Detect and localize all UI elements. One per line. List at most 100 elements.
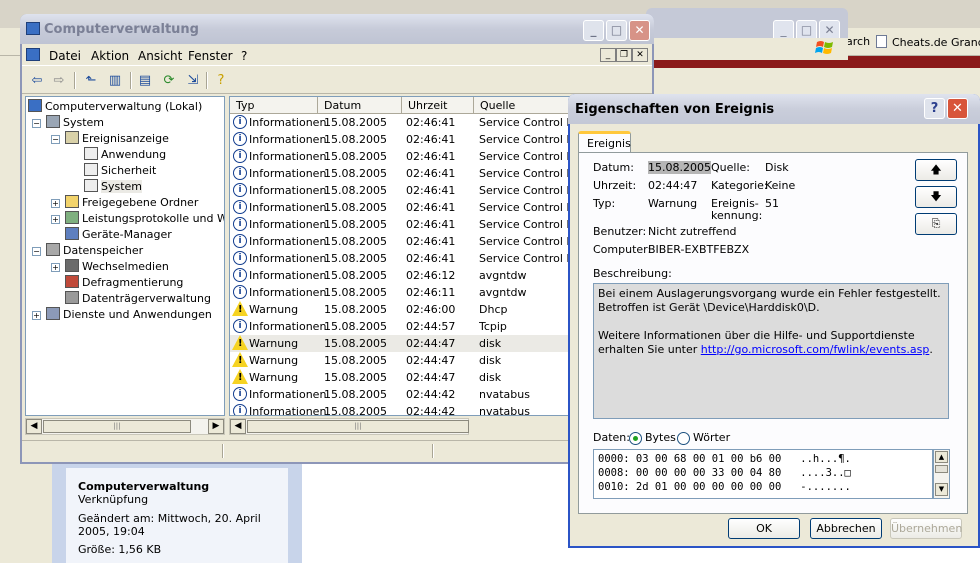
hex-line: 0008: 00 00 00 00 33 00 04 80 ....3..□ — [598, 467, 851, 479]
scroll-left-icon[interactable]: ◀ — [230, 419, 246, 434]
scroll-right-icon[interactable]: ▶ — [208, 419, 224, 434]
arrow-down-icon: 🡇 — [930, 190, 942, 203]
collapse-icon[interactable]: − — [32, 247, 41, 256]
tree-item-disk-management[interactable]: Datenträgerverwaltung — [65, 291, 211, 305]
time-label: Uhrzeit: — [593, 179, 637, 192]
tree-item-application-log[interactable]: Anwendung — [84, 147, 166, 161]
menu-ansicht[interactable]: Ansicht — [138, 49, 182, 63]
up-folder-icon[interactable]: ⬑ — [82, 72, 100, 89]
event-source-cell: nvatabus — [479, 405, 530, 416]
data-scrollbar[interactable]: ▲ ▼ — [933, 449, 950, 499]
mdi-close-icon[interactable]: ✕ — [632, 48, 648, 62]
show-tree-icon[interactable]: ▥ — [106, 72, 124, 89]
mdi-minimize-icon[interactable]: _ — [600, 48, 616, 62]
tree-item-system-tools[interactable]: System — [46, 115, 104, 129]
menu-aktion[interactable]: Aktion — [91, 49, 129, 63]
next-event-button[interactable]: 🡇 — [915, 186, 957, 208]
scroll-thumb[interactable]: ||| — [247, 420, 469, 433]
category-value[interactable]: Keine — [765, 179, 795, 192]
apply-button[interactable]: Übernehmen — [890, 518, 962, 539]
tree-item-services-apps[interactable]: Dienste und Anwendungen — [46, 307, 212, 321]
type-value[interactable]: Warnung — [648, 197, 697, 210]
tree-item-removable-media[interactable]: Wechselmedien — [65, 259, 169, 273]
event-source-cell: disk — [479, 354, 502, 367]
menu-datei[interactable]: Datei — [49, 49, 81, 63]
help-icon[interactable]: ? — [212, 72, 230, 89]
event-date-cell: 15.08.2005 — [324, 286, 387, 299]
maximize-button[interactable]: □ — [606, 20, 627, 41]
properties-icon[interactable]: ▤ — [136, 72, 154, 89]
tab-ereignis[interactable]: Ereignis — [578, 131, 631, 153]
column-header-date[interactable]: Datum — [318, 97, 402, 114]
close-button[interactable]: ✕ — [629, 20, 650, 41]
tree-item-event-viewer[interactable]: Ereignisanzeige — [65, 131, 169, 145]
source-label: Quelle: — [711, 161, 750, 174]
collapse-icon[interactable]: − — [32, 119, 41, 128]
scroll-down-icon[interactable]: ▼ — [935, 483, 948, 496]
words-radio[interactable] — [677, 432, 690, 445]
back-arrow-icon[interactable]: ⇦ — [28, 72, 46, 89]
scroll-left-icon[interactable]: ◀ — [26, 419, 42, 434]
scroll-thumb[interactable]: ||| — [43, 420, 191, 433]
scroll-up-icon[interactable]: ▲ — [935, 451, 948, 463]
export-list-icon[interactable]: ⇲ — [184, 72, 202, 89]
tree-item-device-manager[interactable]: Geräte-Manager — [65, 227, 172, 241]
expand-icon[interactable]: + — [51, 215, 60, 224]
computer-label: Computer: — [593, 243, 652, 256]
collapse-icon[interactable]: − — [51, 135, 60, 144]
forward-arrow-icon[interactable]: ⇨ — [50, 72, 68, 89]
computer-value[interactable]: BIBER-EXBTFEBZX — [648, 243, 749, 256]
event-time-cell: 02:44:42 — [406, 388, 456, 401]
dialog-title: Eigenschaften von Ereignis — [575, 102, 775, 117]
expand-icon[interactable]: + — [51, 263, 60, 272]
time-value[interactable]: 02:44:47 — [648, 179, 697, 192]
expand-icon[interactable]: + — [32, 311, 41, 320]
tree-item-system-log[interactable]: System — [84, 179, 143, 193]
bytes-label[interactable]: Bytes — [645, 431, 676, 444]
tree-item-shared-folders[interactable]: Freigegebene Ordner — [65, 195, 198, 209]
copy-icon: ⎘ — [931, 217, 941, 230]
tree-item-defrag[interactable]: Defragmentierung — [65, 275, 183, 289]
tree-item-performance-logs[interactable]: Leistungsprotokolle und Warn — [65, 211, 224, 225]
words-label[interactable]: Wörter — [693, 431, 730, 444]
date-value[interactable]: 15.08.2005 — [648, 161, 711, 174]
computer-icon[interactable] — [26, 48, 40, 61]
description-text-1: Bei einem Auslagerungsvorgang wurde ein … — [598, 287, 941, 314]
description-link[interactable]: http://go.microsoft.com/fwlink/events.as… — [701, 343, 930, 356]
expand-icon[interactable]: + — [51, 199, 60, 208]
source-value[interactable]: Disk — [765, 161, 789, 174]
tree-item-root[interactable]: Computerverwaltung (Lokal) — [28, 99, 202, 113]
list-horizontal-scrollbar[interactable]: ◀ ||| — [229, 418, 469, 435]
mdi-restore-icon[interactable]: ❐ — [616, 48, 632, 62]
menu-help[interactable]: ? — [241, 49, 247, 63]
column-header-time[interactable]: Uhrzeit — [402, 97, 474, 114]
scroll-thumb[interactable] — [935, 465, 948, 473]
cancel-button[interactable]: Abbrechen — [810, 518, 882, 539]
close-button[interactable]: ✕ — [947, 98, 968, 119]
favorite-link-1[interactable]: arch — [846, 35, 870, 48]
menu-fenster[interactable]: Fenster — [188, 49, 233, 63]
favorite-link-2[interactable]: Cheats.de Grand — [876, 35, 980, 49]
copy-button[interactable]: ⎘ — [915, 213, 957, 235]
event-date-cell: 15.08.2005 — [324, 201, 387, 214]
ok-button[interactable]: OK — [728, 518, 800, 539]
column-header-type[interactable]: Typ — [230, 97, 318, 114]
dialog-titlebar[interactable]: Eigenschaften von Ereignis ? ✕ — [568, 94, 980, 124]
event-type-cell: Informationen — [249, 405, 327, 416]
event-time-cell: 02:46:12 — [406, 269, 456, 282]
description-box[interactable]: Bei einem Auslagerungsvorgang wurde ein … — [593, 283, 949, 419]
previous-event-button[interactable]: 🡅 — [915, 159, 957, 181]
tree-horizontal-scrollbar[interactable]: ◀ ||| ▶ — [25, 418, 225, 435]
data-hex-box[interactable]: 0000: 03 00 68 00 01 00 b6 00 ..h...¶. 0… — [593, 449, 933, 499]
event-id-value[interactable]: 51 — [765, 197, 779, 210]
help-button-icon[interactable]: ? — [924, 98, 945, 119]
arrow-up-icon: 🡅 — [930, 163, 942, 176]
refresh-icon[interactable]: ⟳ — [160, 72, 178, 89]
user-value[interactable]: Nicht zutreffend — [648, 225, 737, 238]
tree-item-storage[interactable]: Datenspeicher — [46, 243, 143, 257]
tree-item-security-log[interactable]: Sicherheit — [84, 163, 156, 177]
bytes-radio[interactable] — [629, 432, 642, 445]
minimize-button[interactable]: _ — [583, 20, 604, 41]
event-source-cell: nvatabus — [479, 388, 530, 401]
window-titlebar[interactable]: Computerverwaltung _ □ ✕ — [20, 14, 654, 44]
